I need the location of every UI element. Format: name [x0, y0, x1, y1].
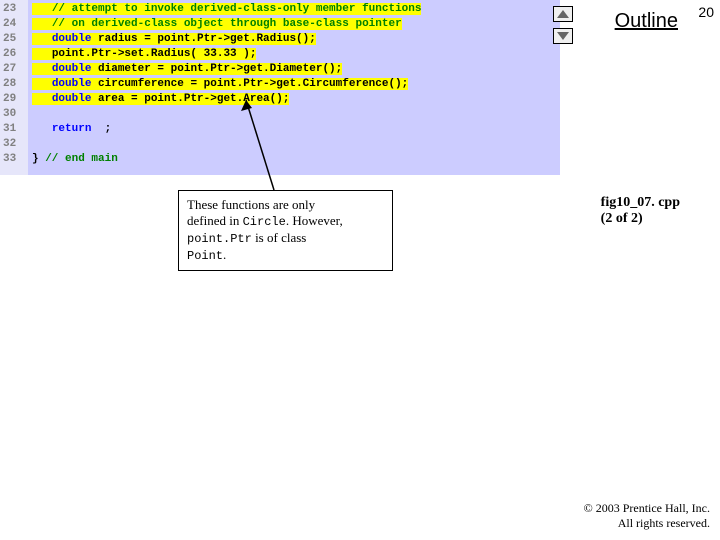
filename-label: fig10_07. cpp (2 of 2) [601, 195, 680, 227]
code-content: // attempt to invoke derived-class-only … [28, 0, 560, 175]
copyright-line: © 2003 Prentice Hall, Inc. [584, 501, 710, 517]
annotation-text: is of class [252, 230, 307, 245]
line-num: 28 [0, 77, 28, 92]
copyright-notice: © 2003 Prentice Hall, Inc. All rights re… [584, 501, 710, 532]
line-num: 27 [0, 62, 28, 77]
line-num: 30 [0, 107, 28, 122]
line-num: 32 [0, 137, 28, 152]
filename: fig10_07. cpp [601, 195, 680, 211]
annotation-text: . [223, 247, 226, 262]
line-number-gutter: 23 24 25 26 27 28 29 30 31 32 33 [0, 0, 28, 175]
annotation-code: point.Ptr [187, 232, 252, 246]
line-num: 25 [0, 32, 28, 47]
code-line: } // end main [32, 152, 560, 167]
annotation-code: Point [187, 249, 223, 263]
chevron-down-icon [557, 32, 569, 40]
code-line: double diameter = point.Ptr->get.Diamete… [32, 62, 560, 77]
line-num: 33 [0, 152, 28, 167]
copyright-line: All rights reserved. [584, 516, 710, 532]
line-num: 31 [0, 122, 28, 137]
line-num: 23 [0, 2, 28, 17]
nav-down-button[interactable] [553, 28, 573, 44]
annotation-text: These functions are only [187, 197, 315, 212]
code-line: double circumference = point.Ptr->get.Ci… [32, 77, 560, 92]
code-line: double area = point.Ptr->get.Area(); [32, 92, 560, 107]
code-line: // on derived-class object through base-… [32, 17, 560, 32]
annotation-text: defined in [187, 213, 243, 228]
code-block: 23 24 25 26 27 28 29 30 31 32 33 // atte… [0, 0, 560, 175]
nav-buttons [553, 6, 575, 50]
line-num: 24 [0, 17, 28, 32]
code-line [32, 137, 560, 152]
file-part: (2 of 2) [601, 211, 680, 227]
annotation-text: . However, [286, 213, 343, 228]
outline-link[interactable]: Outline [615, 10, 678, 33]
line-num: 29 [0, 92, 28, 107]
nav-up-button[interactable] [553, 6, 573, 22]
annotation-callout: These functions are only defined in Circ… [178, 190, 393, 271]
code-line: double radius = point.Ptr->get.Radius(); [32, 32, 560, 47]
code-line [32, 107, 560, 122]
chevron-up-icon [557, 10, 569, 18]
page-number: 20 [698, 4, 714, 20]
code-line: point.Ptr->set.Radius( 33.33 ); [32, 47, 560, 62]
annotation-code: Circle [243, 215, 286, 229]
code-line: return ; [32, 122, 560, 137]
line-num: 26 [0, 47, 28, 62]
code-line: // attempt to invoke derived-class-only … [32, 2, 560, 17]
